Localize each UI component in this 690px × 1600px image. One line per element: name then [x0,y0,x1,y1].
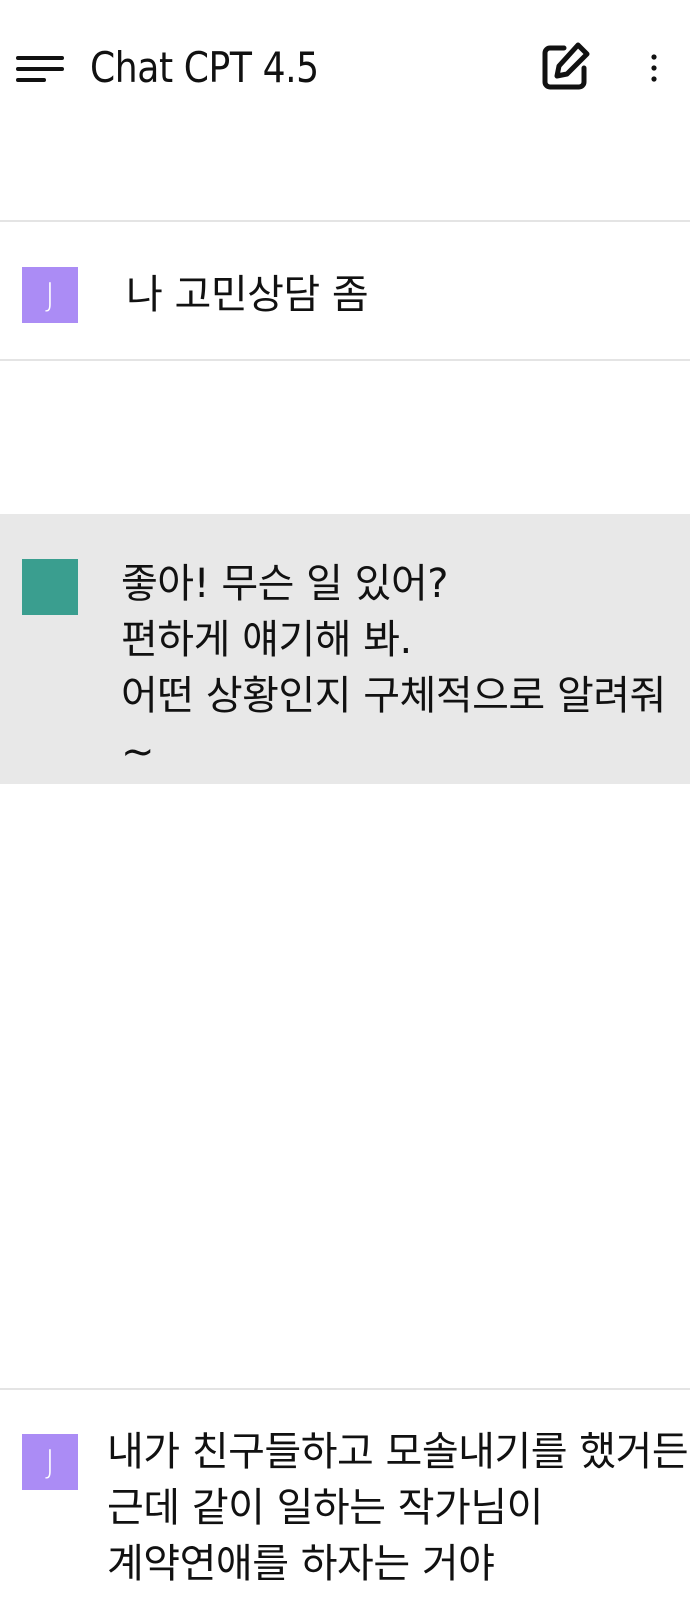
edit-square-icon [542,42,590,90]
user-avatar: J [22,1434,78,1490]
app-header: Chat CPT 4.5 [0,0,690,136]
user-avatar: J [22,267,78,323]
message-text: 좋아! 무슨 일 있어? 편하게 얘기해 봐. 어떤 상황인지 구체적으로 알려… [121,561,666,775]
message-user: J 나 고민상담 좀 [0,222,690,360]
message-divider [0,1388,690,1390]
more-options-button[interactable] [636,50,672,86]
new-chat-button[interactable] [540,40,592,92]
message-user: J 내가 친구들하고 모솔내기를 했거든 근데 같이 일하는 작가님이 계약연애… [0,1392,690,1600]
message-text: 나 고민상담 좀 [126,272,369,318]
more-vertical-icon [651,54,657,82]
app-title: Chat CPT 4.5 [90,43,319,92]
assistant-avatar [22,559,78,615]
message-divider [0,359,690,361]
menu-button[interactable] [14,50,68,90]
message-text: 내가 친구들하고 모솔내기를 했거든 근데 같이 일하는 작가님이 계약연애를 … [107,1429,689,1587]
menu-icon [16,56,64,82]
message-assistant: 좋아! 무슨 일 있어? 편하게 얘기해 봐. 어떤 상황인지 구체적으로 알려… [0,514,690,784]
